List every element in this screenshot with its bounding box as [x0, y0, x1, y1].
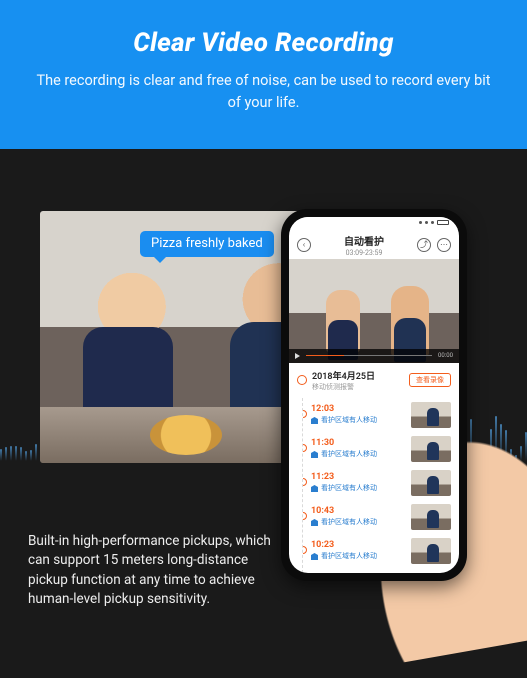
event-time: 11:23	[311, 472, 405, 482]
ring-icon	[297, 375, 307, 385]
back-icon[interactable]: ‹	[297, 238, 311, 252]
more-icon[interactable]: ⋯	[437, 238, 451, 252]
battery-icon	[437, 220, 449, 225]
event-thumbnail	[411, 504, 451, 530]
hero-title: Clear Video Recording	[30, 28, 497, 58]
play-icon[interactable]	[295, 353, 300, 359]
event-label: 看护区域有人移动	[311, 449, 405, 459]
event-time: 11:30	[311, 438, 405, 448]
share-icon[interactable]: ⤴	[417, 238, 431, 252]
event-thumbnail	[411, 402, 451, 428]
status-bar	[289, 217, 459, 229]
event-item[interactable]: 11:30看护区域有人移动	[303, 432, 459, 466]
event-thumbnail	[411, 538, 451, 564]
event-time: 10:43	[311, 506, 405, 516]
motion-icon	[311, 553, 318, 560]
event-label: 看护区域有人移动	[311, 415, 405, 425]
speech-bubble: Pizza freshly baked	[140, 231, 274, 257]
event-item[interactable]: 11:23看护区域有人移动	[303, 466, 459, 500]
event-label: 看护区域有人移动	[311, 551, 405, 561]
video-time: 00:00	[438, 352, 453, 359]
feature-section: Pizza freshly baked ‹ 自动看护 03:09-23:59 ⤴	[0, 149, 527, 630]
event-time: 12:03	[311, 404, 405, 414]
hero-subtitle: The recording is clear and free of noise…	[30, 70, 497, 115]
hero-banner: Clear Video Recording The recording is c…	[0, 0, 527, 149]
event-label: 看护区域有人移动	[311, 517, 405, 527]
event-item[interactable]: 10:23看护区域有人移动	[303, 534, 459, 568]
event-thumbnail	[411, 436, 451, 462]
motion-icon	[311, 519, 318, 526]
progress-bar[interactable]	[306, 355, 432, 356]
video-controls[interactable]: 00:00	[289, 349, 459, 363]
motion-icon	[311, 485, 318, 492]
view-recording-pill[interactable]: 查看录像	[409, 373, 451, 387]
event-thumbnail	[411, 470, 451, 496]
event-label: 看护区域有人移动	[311, 483, 405, 493]
date-header: 2018年4月25日 移动侦测报警 查看录像	[289, 363, 459, 398]
motion-icon	[311, 417, 318, 424]
event-item[interactable]: 10:43看护区域有人移动	[303, 500, 459, 534]
feature-caption: Built-in high-performance pickups, which…	[28, 532, 283, 610]
phone-screen: ‹ 自动看护 03:09-23:59 ⤴ ⋯ 00:00	[289, 217, 459, 573]
nav-subtitle: 03:09-23:59	[311, 249, 417, 257]
phone-mockup: ‹ 自动看护 03:09-23:59 ⤴ ⋯ 00:00	[281, 209, 467, 581]
event-time: 10:23	[311, 540, 405, 550]
video-preview[interactable]: 00:00	[289, 259, 459, 363]
app-navbar: ‹ 自动看护 03:09-23:59 ⤴ ⋯	[289, 229, 459, 259]
date-text: 2018年4月25日	[312, 369, 375, 382]
nav-title: 自动看护	[311, 233, 417, 248]
date-sub: 移动侦测报警	[312, 382, 375, 392]
event-list: 12:03看护区域有人移动11:30看护区域有人移动11:23看护区域有人移动1…	[302, 398, 459, 573]
motion-icon	[311, 451, 318, 458]
event-item[interactable]: 12:03看护区域有人移动	[303, 398, 459, 432]
